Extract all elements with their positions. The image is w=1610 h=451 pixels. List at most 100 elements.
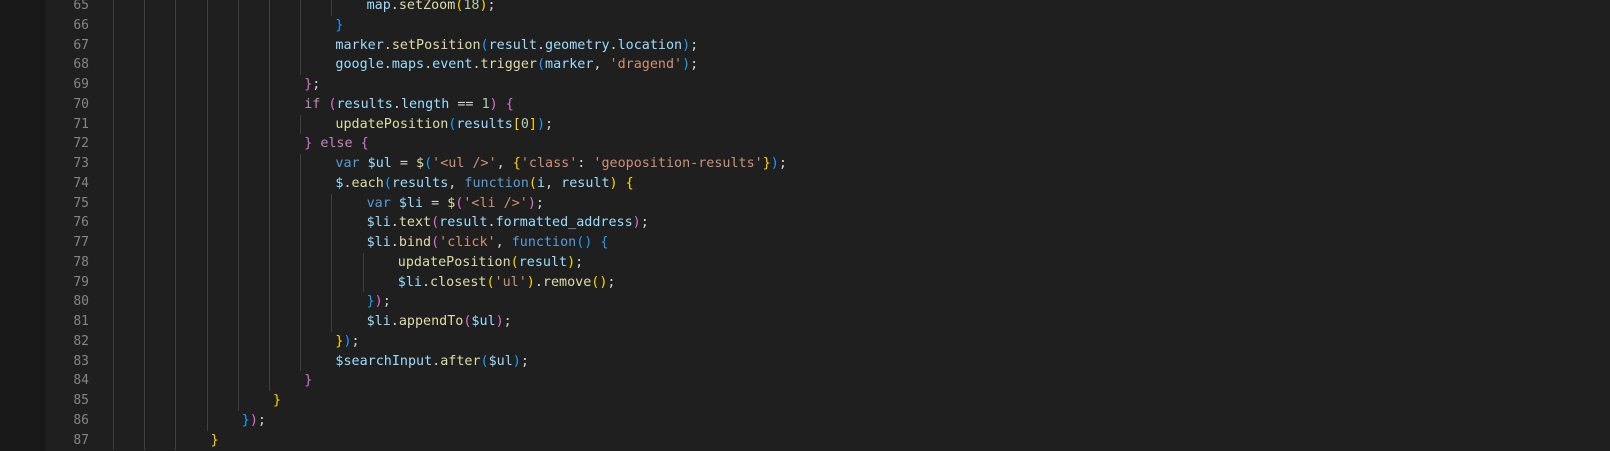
code-token: $li [366,215,391,231]
indent-guide [300,233,302,253]
indent-guide [300,173,302,194]
line-number: 83 [73,353,89,369]
code-token: ; [535,195,544,211]
code-token: ( [486,274,495,290]
indent-guide [144,272,146,293]
indent-guide [300,193,302,214]
indent-guide [144,292,146,312]
indent-guide [175,55,177,75]
indent-guide [206,331,208,352]
indent-guide [144,173,146,194]
code-text: if (results.length == 1) { [304,95,514,115]
code-token: function [511,235,577,250]
indent-guide [362,252,364,273]
indent-guide [113,430,114,451]
code-token: } [304,373,313,389]
code-token: result [439,215,488,231]
indent-guide [144,0,146,16]
code-token: = [423,195,448,211]
indent-guide [300,213,302,233]
code-token: ; [690,37,699,53]
code-token: '<li />' [463,195,528,211]
indent-guide [331,193,333,214]
indent-guide [237,252,239,273]
indent-guide [175,331,177,352]
indent-guide [269,134,270,154]
indent-guide [300,154,302,174]
code-token: 'dragend' [609,57,683,73]
indent-guide [113,15,114,36]
indent-guide [269,312,270,332]
indent-guide [237,312,239,332]
indent-guide [300,312,302,332]
code-token: ; [778,156,787,171]
code-token: after [440,353,481,369]
code-token: setPosition [391,37,481,53]
code-token: . [472,57,481,73]
indent-guide [144,233,146,253]
indent-guide [175,213,177,233]
code-token: . [487,215,496,231]
indent-guide [237,55,239,75]
indent-guide [300,252,302,273]
code-token: results [391,175,449,191]
code-text: var $li = $('<li />'); [367,194,544,214]
indent-guide [269,292,270,312]
indent-guide [331,252,333,273]
indent-guide [144,351,146,372]
code-text: map.setZoom(18); [367,0,496,16]
indent-guide [237,391,239,411]
indent-guide [175,173,177,194]
code-token: . [392,96,401,112]
code-token: map [366,0,391,13]
code-token: ; [257,412,266,428]
code-editor[interactable]: 65 66 67 68 69 70 71 72 73 74 75 76 77 78 79 80 81 82 83 84… [0,0,1610,451]
indent-guide [113,410,114,431]
code-token: ; [690,57,699,73]
code-token: } [335,17,344,33]
indent-guide [300,15,302,36]
line-number: 67 [73,37,89,53]
indent-guide [269,0,270,16]
indent-guide [206,94,208,115]
code-token: ] [528,116,537,132]
code-token: length [400,96,450,112]
indent-guide [175,134,177,154]
code-token: result [561,175,610,191]
line-number: 76 [73,215,89,231]
code-token: ) [249,412,258,428]
code-text: }); [335,332,359,352]
indent-guide [113,272,114,293]
code-text: updatePosition(results[0]); [335,115,553,135]
indent-guide [269,272,270,293]
indent-guide [206,0,208,16]
code-token: ( [480,353,489,369]
code-token: ) [632,215,641,231]
indent-guide [175,312,177,332]
code-text: $li.closest('ul').remove(); [398,273,616,293]
line-number: 82 [73,333,89,349]
line-number: 74 [73,175,89,191]
code-token: { [360,136,369,152]
indent-guide [206,213,208,233]
code-token: text [398,215,432,231]
indent-guide [113,391,114,411]
indent-guide [113,193,114,214]
line-number: 72 [73,136,89,152]
indent-guide [269,371,270,391]
code-token: updatePosition [335,116,449,132]
code-token: location [617,37,683,53]
indent-guide [269,331,270,352]
code-token: $ul [488,353,513,369]
indent-guide [144,391,146,411]
code-text: $li.text(result.formatted_address); [367,213,649,233]
indent-guide [206,114,208,135]
code-token: event [432,57,473,73]
code-token: ( [528,175,537,191]
indent-guide [269,351,270,372]
code-token: ( [510,254,519,270]
code-token: ) [770,156,779,171]
indent-guide [237,193,239,214]
code-token: ) [374,294,383,310]
